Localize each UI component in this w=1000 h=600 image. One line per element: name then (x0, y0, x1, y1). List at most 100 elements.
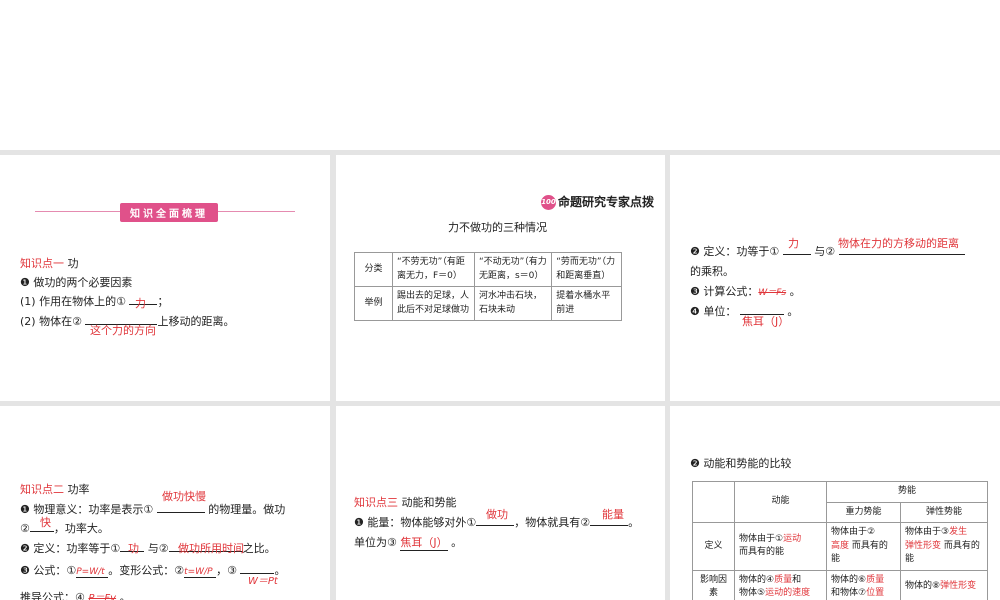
table-row: 影响因素 物体的④质量和 物体⑤运动的速度 物体的⑥质量 和物体⑦位置 物体的⑧弹性… (692, 569, 988, 600)
text: ❷ 定义：功等于① (690, 245, 780, 258)
line: (1) 作用在物体上的① ； (20, 293, 168, 309)
line: 的乘积。 (690, 265, 734, 278)
brand: 100 命题研究专家点拨 (541, 193, 654, 210)
kp-title: 功率 (67, 483, 90, 496)
line: ② ，功率大。 (20, 520, 109, 536)
slide-6[interactable]: ❷ 动能和势能的比较 动能 势能 重力势能 弹性势能 定义 物体由于①运动 而具有… (670, 406, 1000, 600)
table-row: 分类 “不劳无功”（有距离无力，F＝0） “不动无功”（有力无距离，s＝0） “劳而无… (354, 252, 622, 287)
cell: 物体由于①运动 而具有的能 (734, 522, 827, 571)
text: (2) 物体在② (20, 315, 82, 328)
text: ，③ (216, 564, 237, 577)
table: 分类 “不劳无功”（有距离无力，F＝0） “不动无功”（有力无距离，s＝0） “劳而无… (354, 252, 622, 321)
comparison-table: 动能 势能 重力势能 弹性势能 定义 物体由于①运动 而具有的能 物体由于② 高度 … (692, 481, 988, 600)
answer: 快 (40, 516, 51, 529)
cell: “不劳无功”（有距离无力，F＝0） (392, 252, 475, 287)
text: ❸ 公式：① (20, 564, 77, 577)
cell: 举例 (354, 286, 393, 321)
answer: 做功快慢 (162, 490, 206, 503)
text: 与② (814, 245, 836, 258)
cell: 影响因素 (692, 569, 735, 600)
line: ❶ 物理意义：功率是表示① 的物理量。做功 (20, 501, 285, 517)
answer: P＝Fv (88, 593, 117, 600)
text: 推导公式：④ (20, 591, 85, 600)
text: ； (157, 295, 169, 308)
cell: 重力势能 (826, 501, 901, 523)
cell: 提着水桶水平前进 (551, 286, 622, 321)
text: ❸ 计算公式： (690, 285, 759, 298)
table-row: 动能 势能 (692, 481, 988, 523)
line: ❶ 做功的两个必要因素 (20, 276, 133, 289)
cell: 弹性势能 (900, 501, 988, 523)
text: 与② (147, 542, 169, 555)
text: 。变形公式：② (108, 564, 185, 577)
slide-2[interactable]: 100 命题研究专家点拨 力不做功的三种情况 分类 “不劳无功”（有距离无力，F＝0… (336, 155, 665, 401)
cell: 势能 (826, 481, 988, 503)
cell: 物体的④质量和 物体⑤运动的速度 (734, 569, 827, 600)
text: ❶ 能量：物体能够对外① (354, 516, 477, 529)
table-row: 举例 踢出去的足球，人此后不对足球做功 河水冲击石块，石块未动 提着水桶水平前进 (354, 286, 622, 321)
text: 的物理量。做功 (208, 503, 286, 516)
line: ❸ 计算公式：W＝Fs 。 (690, 283, 801, 299)
table-title: 力不做功的三种情况 (448, 221, 547, 234)
section-banner: 知识全面梳理 (120, 203, 218, 222)
line: ❸ 公式：①P=W/t 。变形公式：②t=W/P ，③ 。 (20, 562, 285, 578)
slide-1[interactable]: 知识全面梳理 知识点一 功 ❶ 做功的两个必要因素 (1) 作用在物体上的① ；… (0, 155, 330, 401)
line: 推导公式：④ P＝Fv 。 (20, 583, 131, 600)
cell: “不动无功”（有力无距离，s＝0） (473, 252, 553, 287)
kp-title: 动能和势能 (401, 496, 457, 509)
knowledge-point-heading: 知识点一 功 (20, 255, 79, 271)
text: ❷ 定义：功率等于① (20, 542, 121, 555)
cell: 物体由于③发生 弹性形变 而具有的能 (900, 522, 988, 571)
text: ，功率大。 (53, 522, 109, 535)
text: 单位为③ (354, 536, 397, 549)
answer: W＝Pt (248, 576, 278, 587)
answer: 功 (128, 542, 139, 555)
kp-label: 知识点二 (20, 483, 64, 496)
text: 上移动的距离。 (157, 315, 235, 328)
cell (692, 481, 735, 523)
text: ❹ 单位： (690, 305, 737, 318)
answer: 做功所用时间 (178, 542, 244, 555)
text: 。 (628, 516, 640, 529)
slide-4[interactable]: 知识点二 功率 ❶ 物理意义：功率是表示① 的物理量。做功 做功快慢 ② ，功率大… (0, 406, 330, 600)
answer: 焦耳（J） (400, 536, 448, 551)
kp-title: 功 (67, 257, 79, 270)
brand-logo-icon: 100 (541, 195, 556, 210)
text: ，物体就具有② (514, 516, 591, 529)
cell: 定义 (692, 522, 735, 571)
cell: “劳而无功”（力和距离垂直） (551, 252, 622, 287)
cell: 动能 (734, 481, 827, 523)
cell: 物体的⑥质量 和物体⑦位置 (826, 569, 901, 600)
knowledge-point-heading: 知识点二 功率 (20, 481, 90, 497)
answer: 物体在力的方移动的距离 (838, 237, 959, 250)
slide-3[interactable]: ❷ 定义：功等于① 与② 力 物体在力的方移动的距离 的乘积。 ❸ 计算公式：W… (670, 155, 1000, 401)
cell: 物体的⑧弹性形变 (900, 569, 988, 600)
text: ② (20, 522, 30, 535)
answer: 力 (135, 297, 146, 310)
answer: 能量 (602, 508, 624, 521)
cell: 物体由于② 高度 而具有的能 (826, 522, 901, 571)
slide-5[interactable]: 知识点三 动能和势能 ❶ 能量：物体能够对外① ，物体就具有② 。 做功 能量 单位… (336, 406, 665, 600)
text: (1) 作用在物体上的① (20, 295, 126, 308)
answer: 力 (788, 237, 799, 250)
text: 。 (789, 285, 801, 298)
text: 。 (451, 536, 463, 549)
answer: 做功 (486, 508, 508, 521)
knowledge-point-heading: 知识点三 动能和势能 (354, 494, 457, 510)
section-title: ❷ 动能和势能的比较 (690, 457, 792, 470)
cell: 踢出去的足球，人此后不对足球做功 (392, 286, 475, 321)
answer: P=W/t (76, 567, 109, 578)
answer: t=W/P (184, 567, 217, 578)
line: 单位为③ 焦耳（J） 。 (354, 534, 462, 551)
answer: W＝Fs (758, 288, 787, 298)
brand-text: 命题研究专家点拨 (558, 195, 655, 209)
cell: 分类 (354, 252, 393, 287)
text: 。 (119, 591, 131, 600)
cell: 河水冲击石块，石块未动 (473, 286, 553, 321)
text: 之比。 (242, 542, 276, 555)
kp-label: 知识点一 (20, 257, 64, 270)
kp-label: 知识点三 (354, 496, 398, 509)
answer: 这个力的方向 (90, 324, 156, 337)
table-row: 定义 物体由于①运动 而具有的能 物体由于② 高度 而具有的能 物体由于③发生 弹性形… (692, 522, 988, 571)
answer: 焦耳（J） (742, 315, 790, 328)
